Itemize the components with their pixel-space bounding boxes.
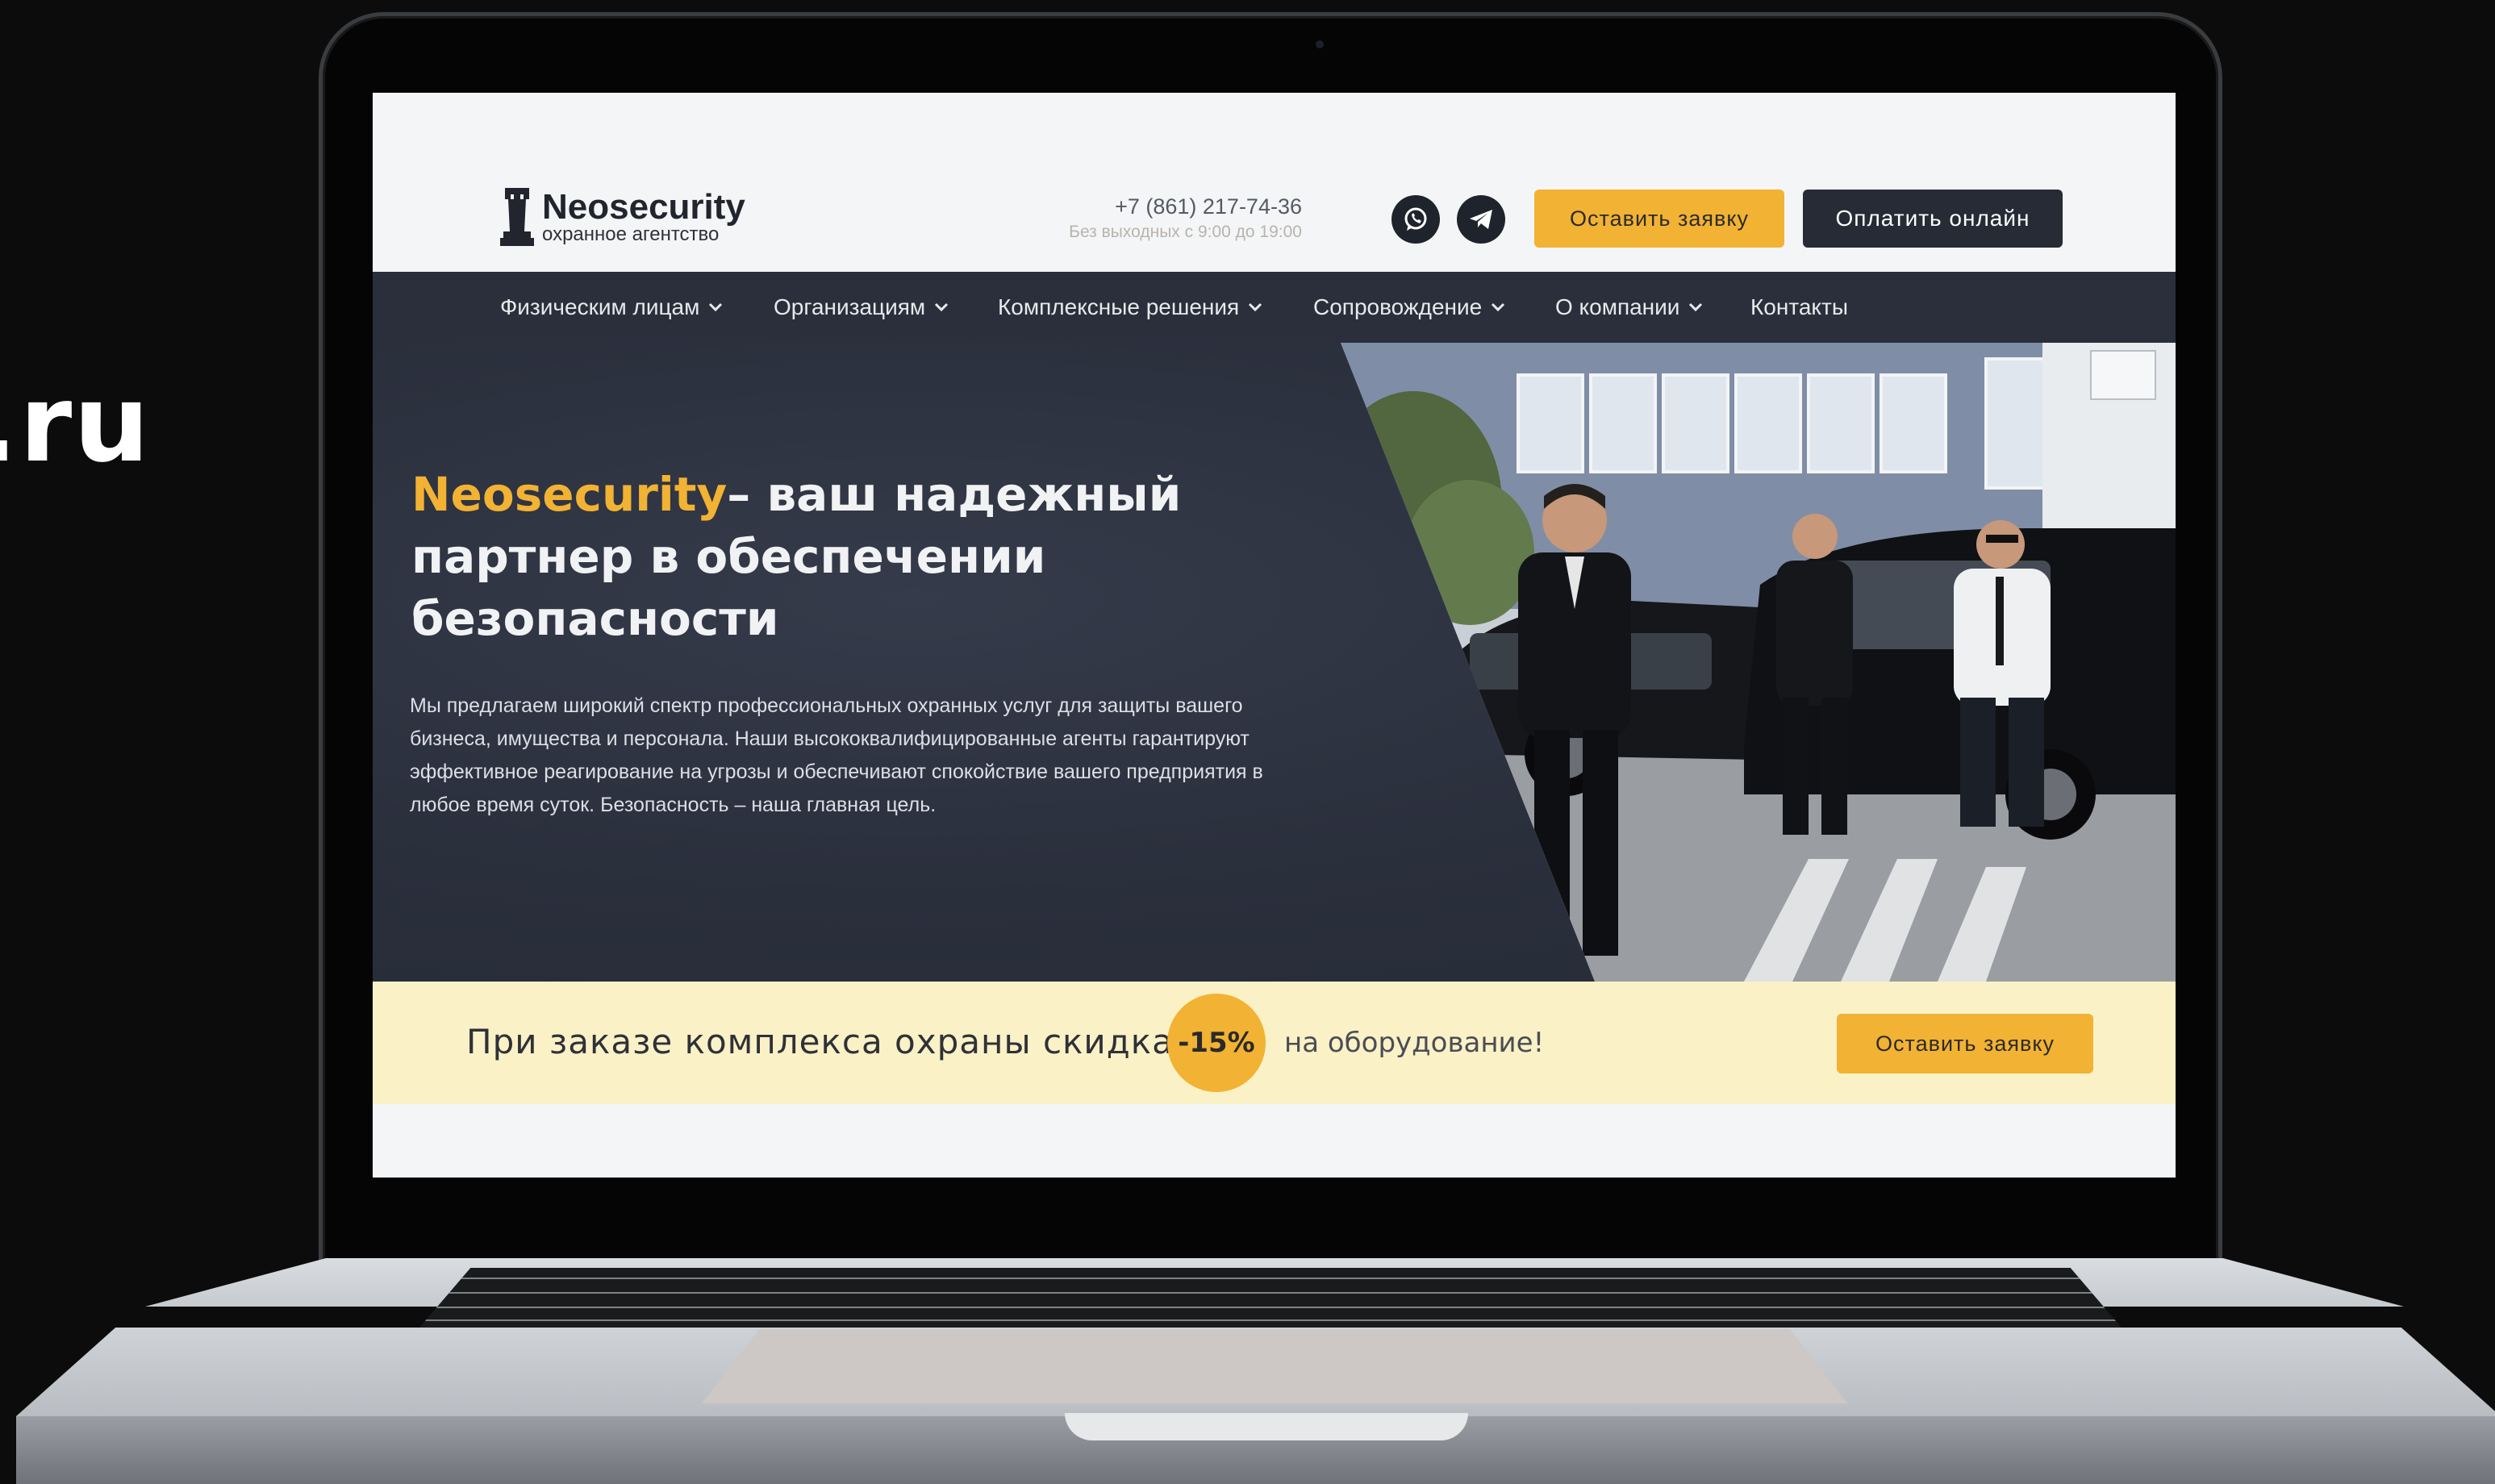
discount-badge: -15% xyxy=(1167,994,1266,1092)
nav-item-label: О компании xyxy=(1555,294,1680,319)
hero-brand: Neosecurity xyxy=(411,467,728,522)
promo-banner: При заказе комплекса охраны скидка -15% … xyxy=(373,982,2176,1104)
hero-headline: Neosecurity– ваш надежный партнер в обес… xyxy=(411,464,1218,650)
logo-tagline: охранное агентство xyxy=(542,223,720,245)
laptop-notch xyxy=(1065,1413,1468,1440)
chevron-down-icon xyxy=(1247,302,1263,313)
whatsapp-icon xyxy=(1404,207,1427,231)
nav-item-label: Комплексные решения xyxy=(998,294,1240,319)
promo-text-after: на оборудование! xyxy=(1284,1027,1545,1059)
next-section xyxy=(373,1104,2176,1178)
trackpad xyxy=(702,1329,1847,1403)
nav-item-label: Контакты xyxy=(1750,294,1848,319)
request-button[interactable]: Оставить заявку xyxy=(1534,190,1784,248)
pay-online-button[interactable]: Оплатить онлайн xyxy=(1803,190,2063,248)
nav-item-individuals[interactable]: Физическим лицам xyxy=(500,272,724,343)
main-nav: Физическим лицам Организациям Комплексны… xyxy=(373,272,2176,343)
site-header: Neosecurity охранное агентство +7 (861) … xyxy=(373,93,2176,272)
chevron-down-icon xyxy=(1688,302,1704,313)
webcam xyxy=(1316,40,1324,48)
promo-request-button[interactable]: Оставить заявку xyxy=(1837,1014,2093,1073)
chevron-down-icon xyxy=(1490,302,1506,313)
promo-text: При заказе комплекса охраны скидка xyxy=(466,1022,1174,1061)
phone-number[interactable]: +7 (861) 217-74-36 xyxy=(979,194,1302,219)
website-screen: Neosecurity охранное агентство +7 (861) … xyxy=(373,93,2176,1178)
background-domain-text: .ru xyxy=(0,362,152,486)
chevron-down-icon xyxy=(707,302,724,313)
nav-item-organizations[interactable]: Организациям xyxy=(774,272,949,343)
keyboard xyxy=(419,1268,2122,1328)
whatsapp-button[interactable] xyxy=(1391,195,1440,244)
security-team-photo xyxy=(1341,343,2176,982)
logo-name: Neosecurity xyxy=(542,187,745,227)
working-hours: Без выходных с 9:00 до 19:00 xyxy=(1069,223,1302,241)
rook-logo-icon xyxy=(500,188,534,246)
telegram-button[interactable] xyxy=(1457,195,1505,244)
nav-item-label: Физическим лицам xyxy=(500,294,700,319)
chevron-down-icon xyxy=(933,302,949,313)
telegram-icon xyxy=(1470,210,1492,229)
hero-section: Neosecurity– ваш надежный партнер в обес… xyxy=(373,343,2176,982)
hero-description: Мы предлагаем широкий спектр профессиона… xyxy=(410,694,1263,816)
nav-item-label: Сопровождение xyxy=(1313,294,1483,319)
nav-item-label: Организациям xyxy=(774,294,926,319)
nav-item-contacts[interactable]: Контакты xyxy=(1750,272,1848,343)
nav-item-complex-solutions[interactable]: Комплексные решения xyxy=(998,272,1263,343)
nav-item-about[interactable]: О компании xyxy=(1555,272,1704,343)
nav-item-escort[interactable]: Сопровождение xyxy=(1313,272,1506,343)
